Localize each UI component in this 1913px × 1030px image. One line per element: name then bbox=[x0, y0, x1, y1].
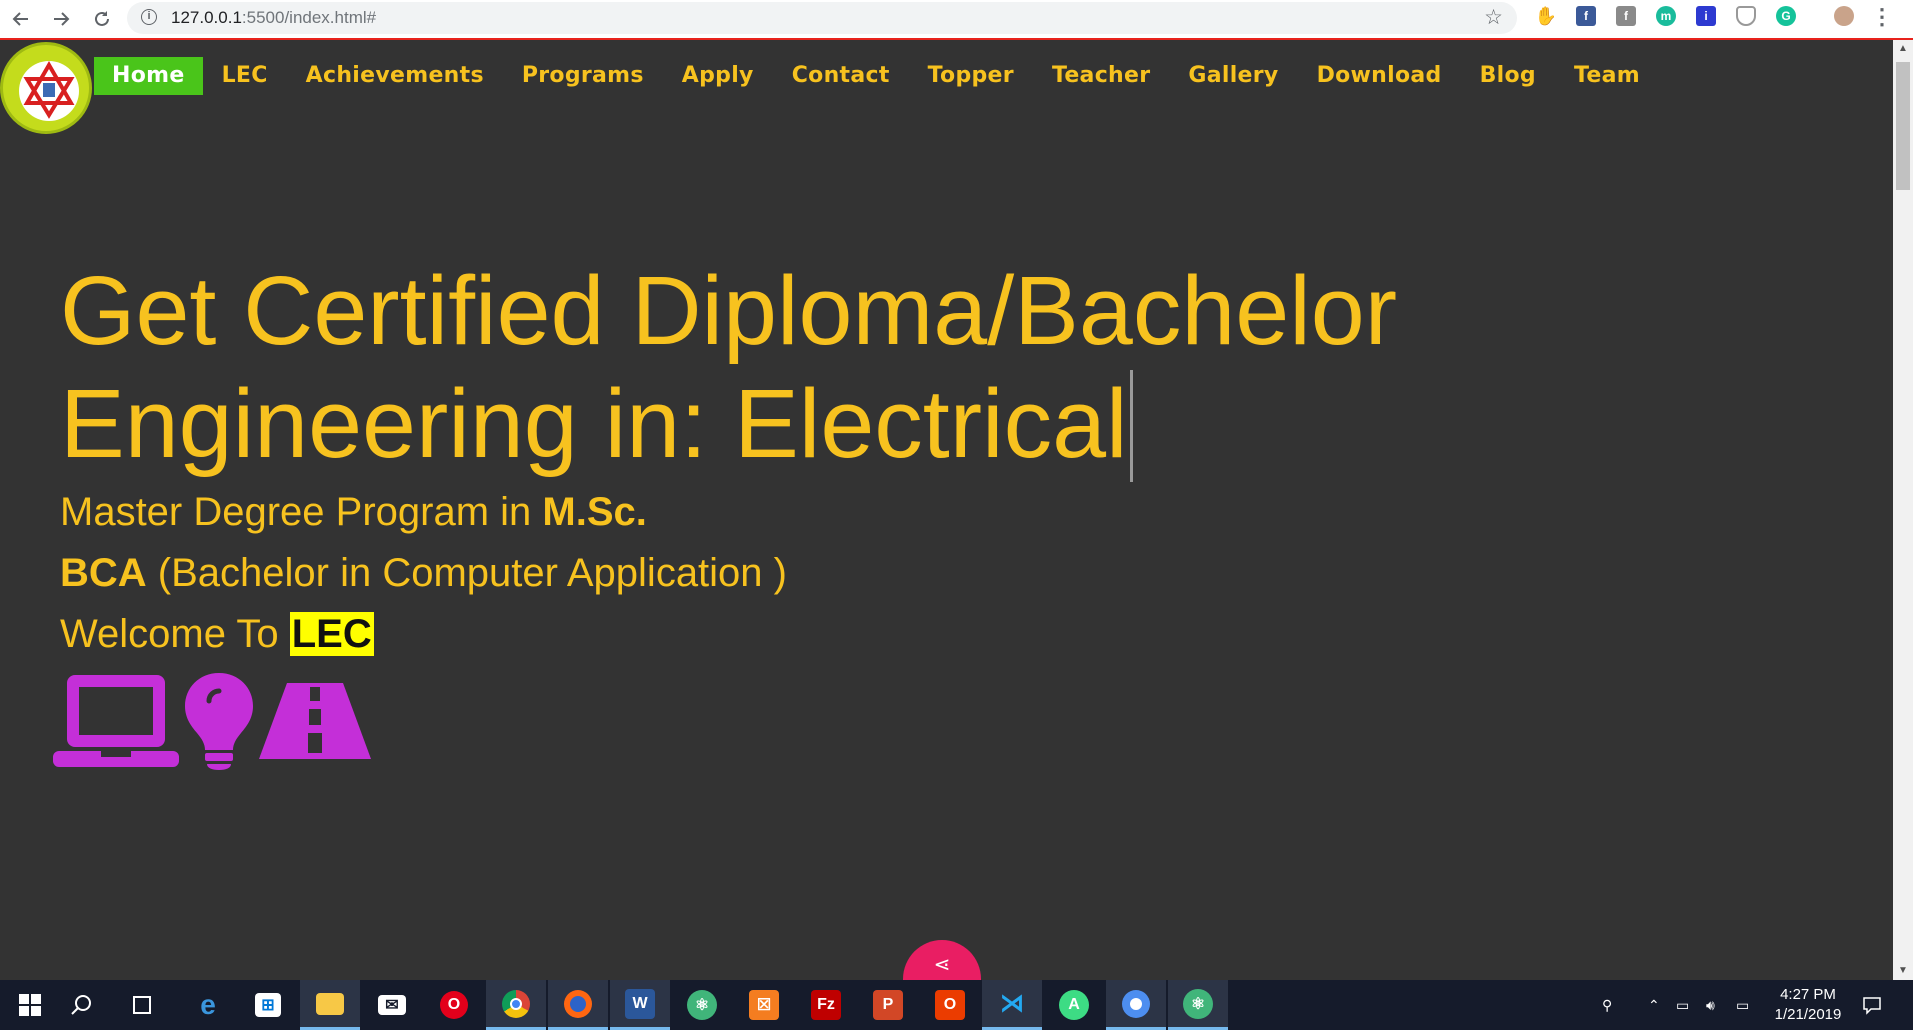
word-icon[interactable]: W bbox=[610, 980, 670, 1030]
page-scrollbar[interactable]: ▲ ▼ bbox=[1893, 40, 1913, 980]
college-logo[interactable] bbox=[0, 42, 92, 134]
nav-topper[interactable]: Topper bbox=[909, 57, 1033, 95]
atom-icon[interactable]: ⚛ bbox=[672, 980, 732, 1030]
show-hidden-icons[interactable]: ⌃ bbox=[1648, 980, 1660, 1030]
nav-download[interactable]: Download bbox=[1298, 57, 1461, 95]
browser-toolbar: i 127.0.0.1:5500/index.html# ☆ ✋ f f m i… bbox=[0, 0, 1913, 40]
people-icon[interactable]: ⚲ bbox=[1602, 980, 1612, 1030]
facebook-grey-extension-icon[interactable]: f bbox=[1616, 6, 1636, 26]
address-bar[interactable]: i 127.0.0.1:5500/index.html# ☆ bbox=[127, 2, 1517, 34]
welcome-lec-highlight: LEC bbox=[289, 612, 374, 656]
atom-icon-2[interactable]: ⚛ bbox=[1168, 980, 1228, 1030]
nav-contact[interactable]: Contact bbox=[773, 57, 909, 95]
edge-icon[interactable]: e bbox=[178, 980, 238, 1030]
nav-programs[interactable]: Programs bbox=[503, 57, 663, 95]
forward-button[interactable] bbox=[46, 4, 76, 34]
android-studio-icon[interactable]: A bbox=[1044, 980, 1104, 1030]
facebook-extension-icon[interactable]: f bbox=[1576, 6, 1596, 26]
typed-text: Engineering in: Electrical bbox=[60, 369, 1128, 478]
grammarly-extension-icon[interactable]: G bbox=[1776, 6, 1796, 26]
share-button[interactable]: ⋖ bbox=[903, 940, 981, 980]
mail-icon[interactable]: ✉ bbox=[362, 980, 422, 1030]
hero-section: Get Certified Diploma/Bachelor Engineeri… bbox=[60, 254, 1820, 665]
powerpoint-icon[interactable]: P bbox=[858, 980, 918, 1030]
share-icon: ⋖ bbox=[933, 954, 951, 976]
extension-hand-icon[interactable]: ✋ bbox=[1535, 6, 1557, 26]
url-text[interactable]: 127.0.0.1:5500/index.html# bbox=[171, 8, 376, 28]
nav-lec[interactable]: LEC bbox=[203, 57, 287, 95]
scroll-up-icon[interactable]: ▲ bbox=[1893, 40, 1913, 58]
windows-start-icon[interactable] bbox=[0, 980, 60, 1030]
nav-blog[interactable]: Blog bbox=[1461, 57, 1555, 95]
windows-taskbar: e ⊞ ✉ O W ⚛ ☒ Fz P O ⋊ A ⚛ ⚲ ⌃ ▭ 🔊︎ ▭ 4:… bbox=[0, 980, 1913, 1030]
arrow-left-icon bbox=[12, 12, 28, 26]
page-viewport: Home LEC Achievements Programs Apply Con… bbox=[0, 40, 1893, 980]
welcome-line: Welcome To LEC bbox=[60, 612, 374, 656]
browser-menu-icon[interactable]: ⋮ bbox=[1871, 4, 1893, 30]
main-nav: Home LEC Achievements Programs Apply Con… bbox=[94, 57, 1659, 95]
firefox-icon[interactable] bbox=[548, 980, 608, 1030]
chromium-icon[interactable] bbox=[1106, 980, 1166, 1030]
m-extension-icon[interactable]: m bbox=[1656, 6, 1676, 26]
road-icon bbox=[259, 683, 371, 759]
bookmark-star-icon[interactable]: ☆ bbox=[1484, 5, 1503, 30]
nav-team[interactable]: Team bbox=[1555, 57, 1659, 95]
network-icon[interactable]: ▭ bbox=[1736, 980, 1749, 1030]
hero-headline: Get Certified Diploma/Bachelor Engineeri… bbox=[60, 254, 1820, 482]
file-explorer-icon[interactable] bbox=[300, 980, 360, 1030]
shield-extension-icon[interactable] bbox=[1736, 6, 1756, 26]
store-icon[interactable]: ⊞ bbox=[238, 980, 298, 1030]
nav-achievements[interactable]: Achievements bbox=[287, 57, 503, 95]
reload-icon bbox=[95, 11, 109, 26]
scroll-down-icon[interactable]: ▼ bbox=[1893, 962, 1913, 980]
volume-icon[interactable]: 🔊︎ bbox=[1706, 980, 1715, 1030]
master-program-line: Master Degree Program in M.Sc. bbox=[60, 490, 647, 534]
hero-headline-line1: Get Certified Diploma/Bachelor bbox=[60, 256, 1398, 365]
college-logo-emblem bbox=[19, 61, 79, 121]
office-icon[interactable]: O bbox=[920, 980, 980, 1030]
hero-headline-line2: Engineering in: Electrical bbox=[60, 367, 1820, 482]
bca-program-line: BCA (Bachelor in Computer Application ) bbox=[60, 551, 787, 595]
system-clock[interactable]: 4:27 PM 1/21/2019 bbox=[1758, 985, 1858, 1025]
chrome-icon[interactable] bbox=[486, 980, 546, 1030]
arrow-right-icon bbox=[54, 12, 70, 26]
task-view-icon[interactable] bbox=[112, 980, 172, 1030]
filezilla-icon[interactable]: Fz bbox=[796, 980, 856, 1030]
scroll-thumb[interactable] bbox=[1896, 62, 1910, 190]
vscode-icon[interactable]: ⋊ bbox=[982, 980, 1042, 1030]
back-button[interactable] bbox=[6, 4, 36, 34]
nav-teacher[interactable]: Teacher bbox=[1033, 57, 1169, 95]
nav-apply[interactable]: Apply bbox=[663, 57, 773, 95]
laptop-icon bbox=[53, 675, 179, 767]
xampp-icon[interactable]: ☒ bbox=[734, 980, 794, 1030]
opera-icon[interactable]: O bbox=[424, 980, 484, 1030]
search-icon[interactable] bbox=[52, 980, 112, 1030]
info-icon[interactable]: i bbox=[141, 9, 157, 25]
typing-cursor bbox=[1129, 370, 1133, 482]
nav-home[interactable]: Home bbox=[94, 57, 203, 95]
nav-gallery[interactable]: Gallery bbox=[1169, 57, 1297, 95]
battery-icon[interactable]: ▭ bbox=[1676, 980, 1689, 1030]
reload-button[interactable] bbox=[87, 4, 117, 34]
profile-avatar[interactable] bbox=[1834, 6, 1854, 26]
extension-blue-icon[interactable]: i bbox=[1696, 6, 1716, 26]
notification-center-icon[interactable] bbox=[1862, 980, 1882, 1030]
lightbulb-icon bbox=[185, 673, 253, 770]
